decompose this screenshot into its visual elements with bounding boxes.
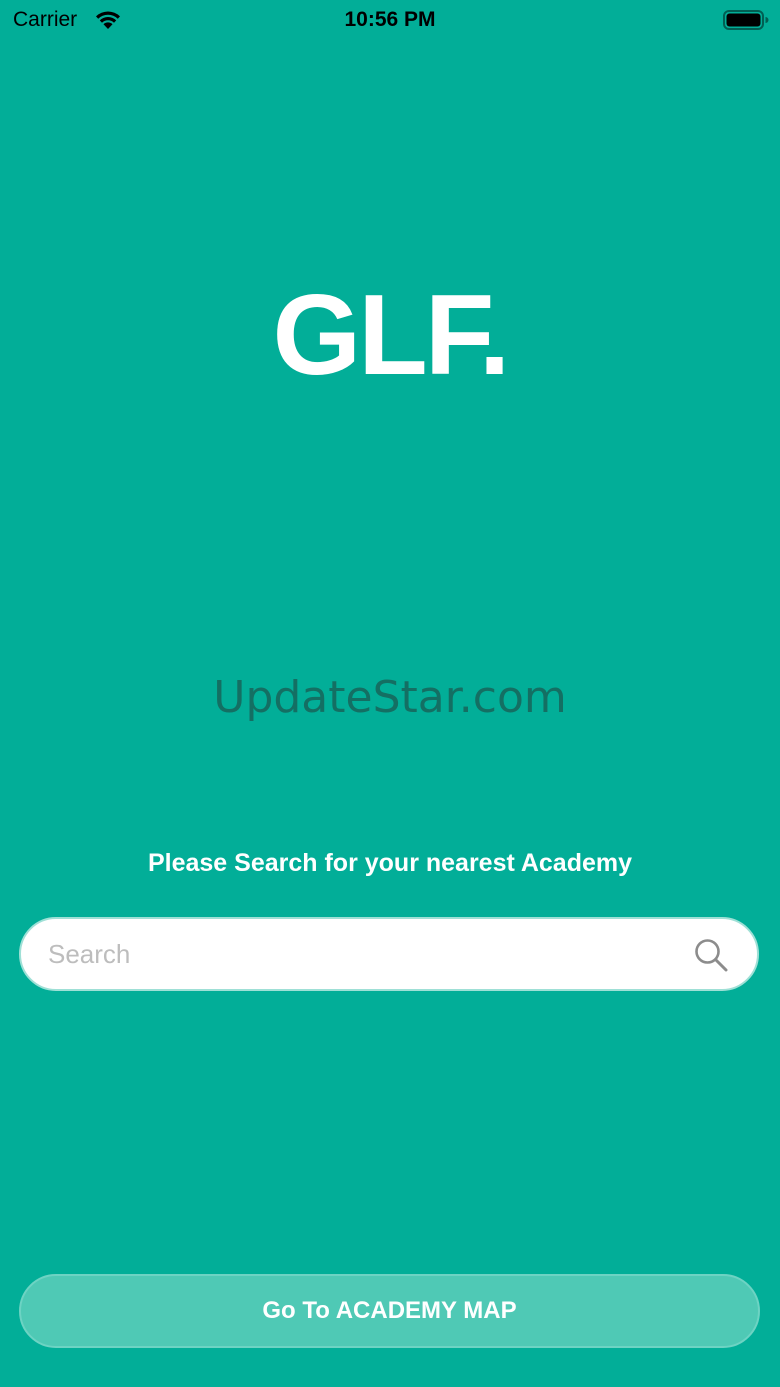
battery-full-icon <box>723 10 769 30</box>
academy-map-button[interactable]: Go To ACADEMY MAP <box>19 1274 760 1348</box>
clock: 10:56 PM <box>344 8 436 31</box>
search-prompt: Please Search for your nearest Academy <box>147 849 633 877</box>
status-bar: Carrier 10:56 PM <box>0 0 780 40</box>
app-logo: GLF. <box>272 272 511 399</box>
search-icon[interactable] <box>694 938 728 972</box>
watermark: UpdateStar.com <box>213 672 567 723</box>
search-input[interactable] <box>48 919 688 989</box>
search-bar[interactable] <box>19 917 759 991</box>
